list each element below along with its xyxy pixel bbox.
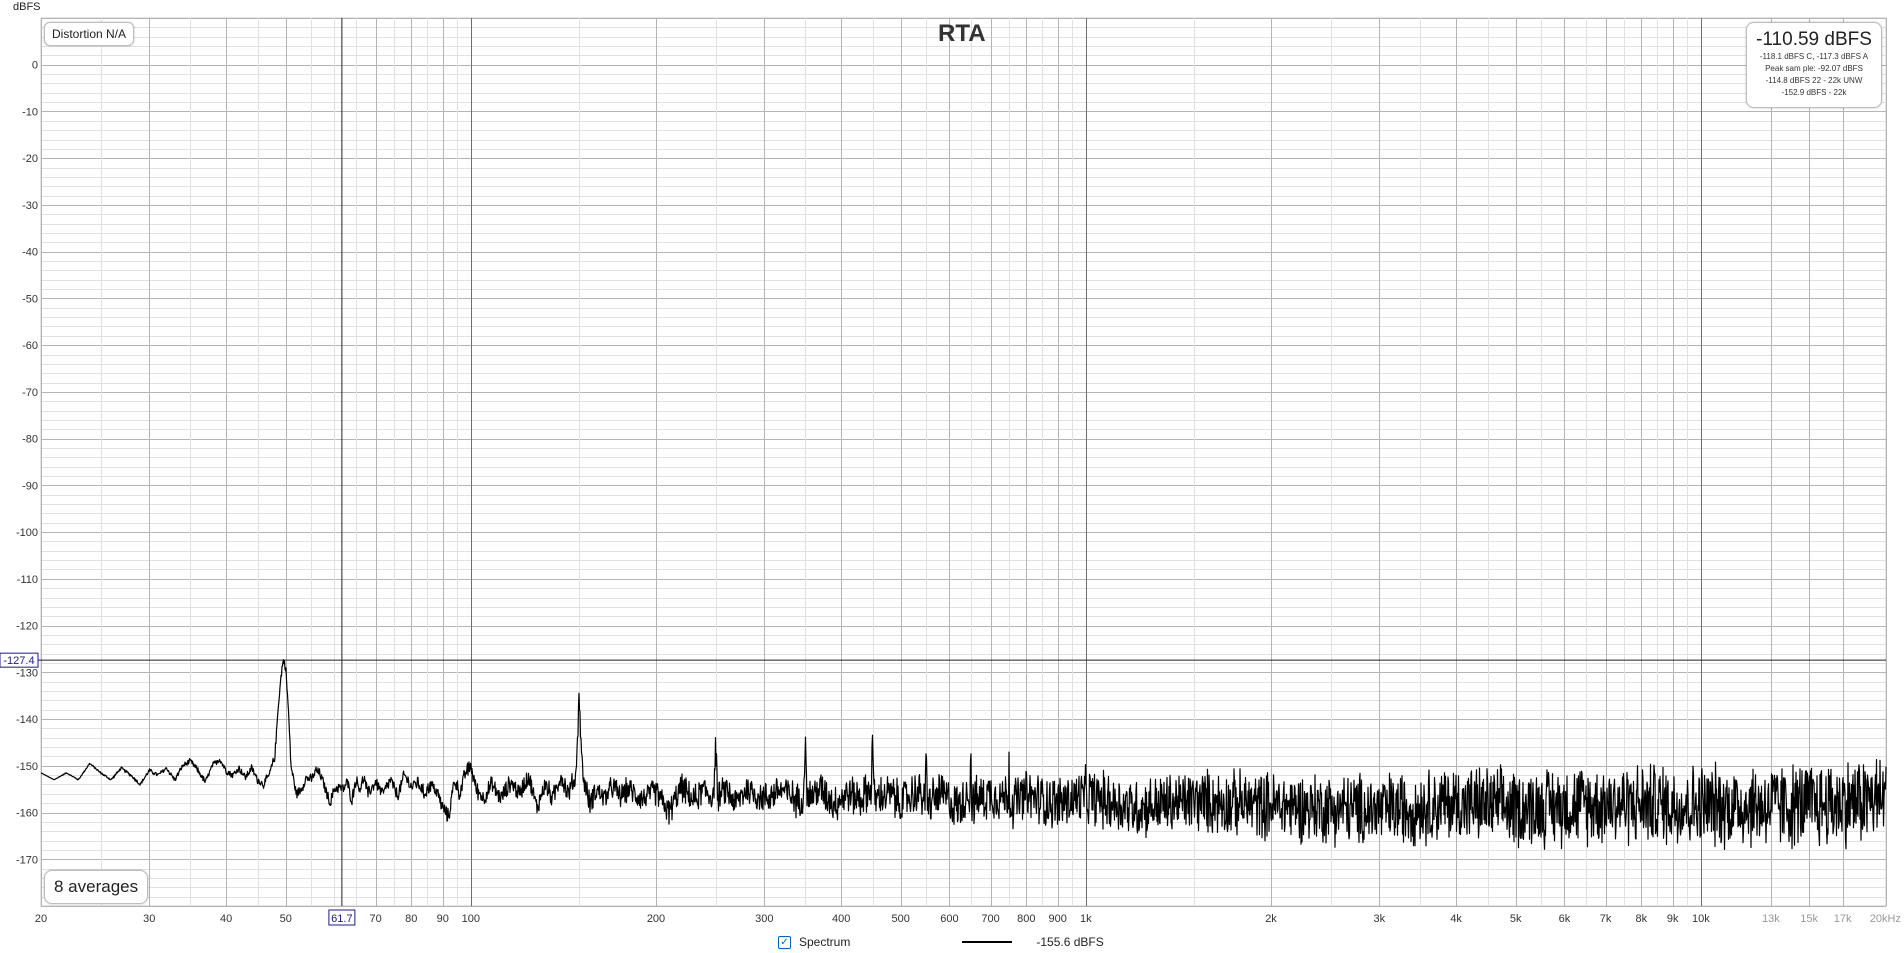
grid	[40, 17, 1887, 907]
x-tick-label: 500	[892, 913, 910, 925]
y-tick-label: 0	[32, 60, 38, 72]
spectrum-checkbox[interactable]: ✓	[778, 935, 791, 949]
level-unweighted-value: -114.8 dBFS 22 - 22k UNW	[1765, 76, 1863, 85]
y-tick-label: -130	[16, 667, 38, 679]
cursor-x-label: 61.7	[331, 913, 352, 925]
x-tick-label: 900	[1049, 913, 1067, 925]
x-tick-label: 600	[940, 913, 958, 925]
level-weighted-values: -118.1 dBFS C, -117.3 dBFS A	[1759, 52, 1869, 61]
x-tick-label: 80	[405, 913, 417, 925]
x-tick-label: 15k	[1800, 913, 1818, 925]
x-tick-label: 1k	[1080, 913, 1092, 925]
y-tick-label: -120	[16, 621, 38, 633]
x-tick-label: 90	[437, 913, 449, 925]
peak-sample-value: Peak sam ple: -92.07 dBFS	[1765, 64, 1863, 73]
x-tick-label: 30	[143, 913, 155, 925]
y-tick-label: -140	[16, 714, 38, 726]
x-tick-label: 8k	[1635, 913, 1647, 925]
x-tick-label: 700	[981, 913, 999, 925]
x-tick-label: 9k	[1667, 913, 1679, 925]
level-readout-panel[interactable]: -110.59 dBFS -118.1 dBFS C, -117.3 dBFS …	[1746, 22, 1882, 108]
legend-line-swatch	[962, 941, 1013, 943]
y-tick-label: -40	[22, 247, 38, 259]
averages-readout[interactable]: 8 averages	[44, 870, 149, 904]
rta-chart[interactable]: 0 -10 -20 -30 -40 -50 -60 -70 -80 -90 -100 -110 -120…	[0, 0, 1904, 953]
x-tick-label: 300	[755, 913, 773, 925]
y-tick-label: -100	[16, 527, 38, 539]
y-tick-label: -10	[22, 106, 38, 118]
y-tick-label: -170	[16, 854, 38, 866]
y-tick-label: -20	[22, 153, 38, 165]
chart-title: RTA	[938, 20, 986, 47]
x-tick-label: 13k	[1762, 913, 1780, 925]
level-band-value: -152.9 dBFS - 22k	[1781, 88, 1847, 97]
y-tick-label: -60	[22, 340, 38, 352]
x-tick-label: 50	[280, 913, 292, 925]
x-tick-label: 5k	[1510, 913, 1522, 925]
legend: ✓ Spectrum -155.6 dBFS	[778, 933, 1104, 951]
y-tick-label: -160	[16, 808, 38, 820]
y-tick-label: -50	[22, 293, 38, 305]
x-tick-label: 7k	[1600, 913, 1612, 925]
x-tick-label: 17k	[1834, 913, 1852, 925]
x-tick-label: 2k	[1265, 913, 1277, 925]
cursor-y-label: -127.4	[3, 655, 34, 667]
x-tick-label: 20	[35, 913, 47, 925]
x-tick-label: 4k	[1450, 913, 1462, 925]
x-tick-label: 100	[462, 913, 480, 925]
x-tick-label: 3k	[1373, 913, 1385, 925]
y-tick-label: -110	[17, 574, 38, 586]
x-tick-label: 400	[832, 913, 850, 925]
y-tick-label: -80	[22, 434, 38, 446]
y-tick-label: -150	[16, 761, 38, 773]
y-axis-label: dBFS	[13, 1, 41, 13]
spectrum-trace	[40, 659, 1887, 850]
x-tick-label: 70	[369, 913, 381, 925]
x-tick-label: 10k	[1692, 913, 1710, 925]
distortion-readout[interactable]: Distortion N/A	[44, 22, 135, 46]
y-tick-label: -30	[22, 200, 38, 212]
x-tick-label: 20kHz	[1870, 913, 1901, 925]
x-tick-label: 40	[220, 913, 232, 925]
y-tick-label: -90	[22, 480, 38, 492]
legend-series-label: Spectrum	[799, 935, 851, 949]
level-main-value: -110.59 dBFS	[1756, 29, 1872, 50]
y-tick-label: -70	[22, 387, 38, 399]
x-tick-label: 6k	[1559, 913, 1571, 925]
spectrum-trace-group	[40, 659, 1887, 850]
legend-value-label: -155.6 dBFS	[1036, 935, 1104, 949]
x-tick-label: 200	[647, 913, 665, 925]
x-tick-label: 800	[1017, 913, 1035, 925]
